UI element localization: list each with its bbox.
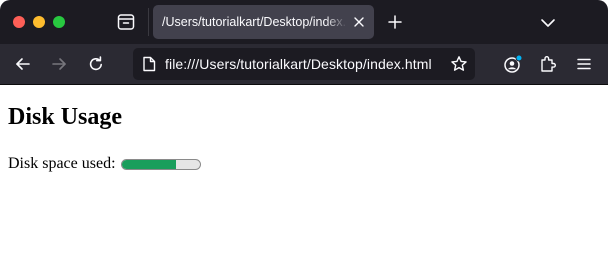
browser-window: /Users/tutorialkart/Desktop/index.html [0,0,608,275]
arrow-right-icon[interactable] [50,55,68,73]
disk-usage-row: Disk space used: [8,154,201,174]
window-close-button[interactable] [13,16,25,28]
page-icon [142,56,156,72]
star-icon[interactable] [450,55,468,73]
tab-title: /Users/tutorialkart/Desktop/index.html [162,15,347,29]
chevron-down-icon[interactable] [540,16,556,28]
tab-manager-icon[interactable] [116,12,136,32]
tab-separator [148,8,149,36]
plus-icon[interactable] [387,14,403,30]
tab-strip: /Users/tutorialkart/Desktop/index.html [0,0,608,44]
url-text[interactable]: file:///Users/tutorialkart/Desktop/index… [165,56,432,72]
navigation-toolbar: file:///Users/tutorialkart/Desktop/index… [0,44,608,85]
window-maximize-button[interactable] [53,16,65,28]
page-content: Disk Usage Disk space used: [0,86,608,275]
disk-usage-label: Disk space used: [8,155,116,172]
hamburger-icon[interactable] [576,56,592,72]
window-minimize-button[interactable] [33,16,45,28]
address-bar[interactable]: file:///Users/tutorialkart/Desktop/index… [133,48,475,80]
account-icon[interactable] [503,54,523,74]
puzzle-icon[interactable] [539,54,557,74]
page-title: Disk Usage [8,104,123,130]
active-tab[interactable]: /Users/tutorialkart/Desktop/index.html [153,5,374,39]
reload-icon[interactable] [87,55,105,73]
arrow-left-icon[interactable] [14,55,32,73]
close-icon[interactable] [352,15,366,29]
disk-usage-meter [120,158,201,170]
disk-usage-meter-fill [121,159,177,169]
